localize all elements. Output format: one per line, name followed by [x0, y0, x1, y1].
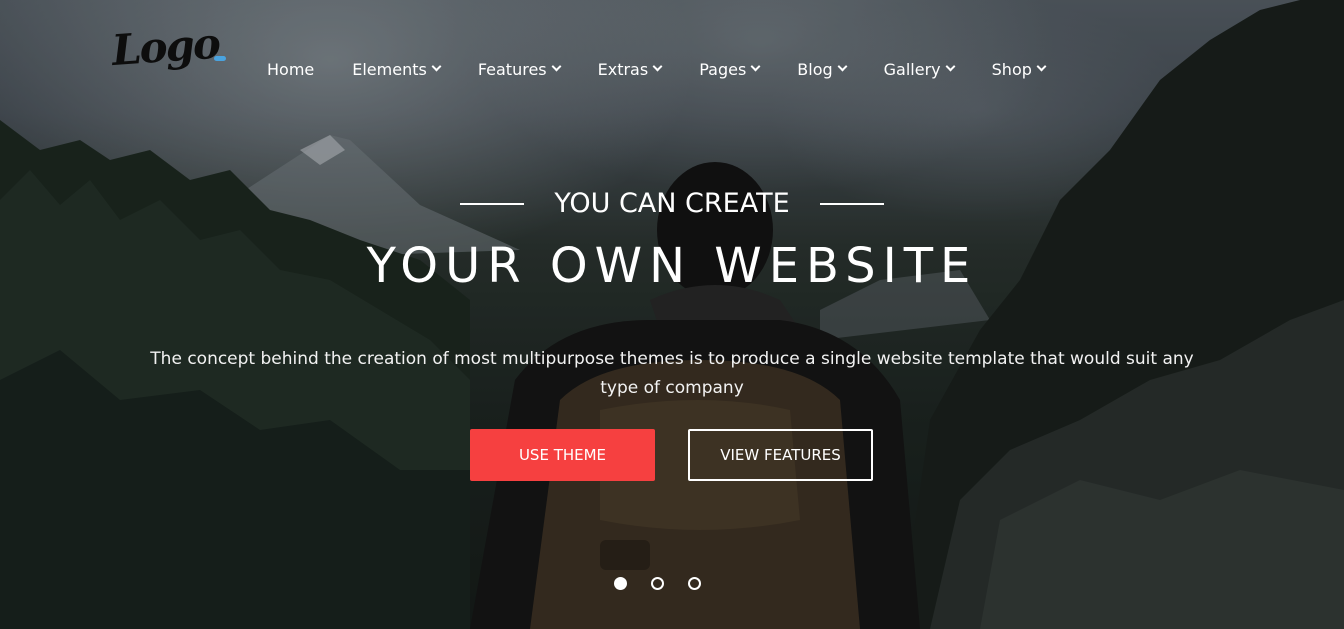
slider-dot-1[interactable] [614, 577, 627, 590]
hero-description: The concept behind the creation of most … [150, 349, 1194, 398]
slider-dot-3[interactable] [688, 577, 701, 590]
slider-dot-2[interactable] [651, 577, 664, 590]
hero-content: YOU CAN CREATE YOUR OWN WEBSITE The conc… [0, 0, 1344, 629]
hero-slider: Logo Home Elements Features Extras Pages [0, 0, 1344, 629]
slider-pagination [614, 577, 701, 590]
subtitle-divider-right [819, 202, 884, 205]
use-theme-button[interactable]: USE THEME [470, 429, 655, 481]
view-features-button[interactable]: VIEW FEATURES [688, 429, 873, 481]
hero-headline: YOUR OWN WEBSITE [366, 238, 978, 294]
hero-subtitle: YOU CAN CREATE [554, 188, 790, 219]
subtitle-divider-left [460, 202, 525, 205]
hero-subtitle-row: YOU CAN CREATE [0, 188, 1344, 219]
